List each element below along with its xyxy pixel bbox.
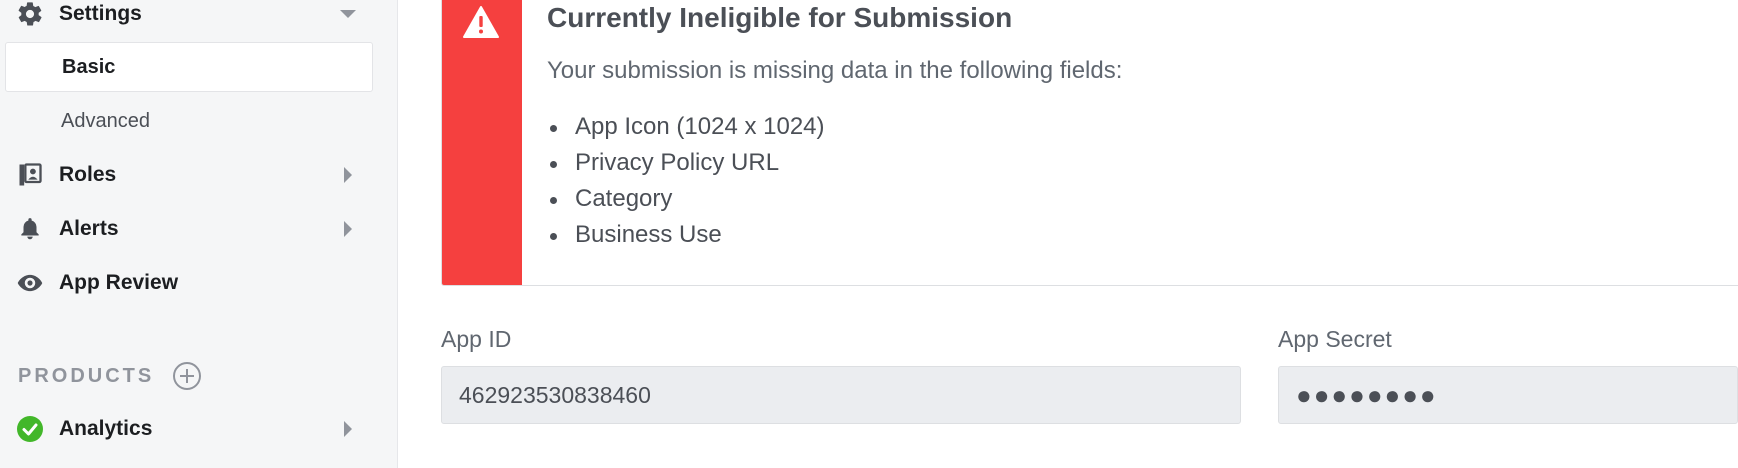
plus-circle-icon — [173, 362, 202, 390]
products-label: PRODUCTS — [18, 364, 155, 387]
sidebar-item-settings[interactable]: Settings — [0, 0, 398, 39]
chevron-right-icon[interactable] — [336, 417, 360, 441]
add-product-button[interactable] — [172, 361, 202, 391]
sidebar-item-alerts[interactable]: Alerts — [0, 204, 398, 254]
list-item: App Icon (1024 x 1024) — [547, 109, 825, 145]
warning-icon — [462, 5, 500, 39]
list-item: Business Use — [547, 217, 825, 253]
app-secret-field[interactable]: ●●●●●●●● — [1278, 366, 1738, 424]
missing-fields-list: App Icon (1024 x 1024) Privacy Policy UR… — [547, 109, 825, 253]
sidebar-item-label: Alerts — [59, 217, 119, 240]
chevron-down-icon[interactable] — [336, 2, 360, 26]
chevron-right-icon[interactable] — [336, 163, 360, 187]
bell-icon — [15, 214, 45, 244]
list-item: Privacy Policy URL — [547, 145, 825, 181]
app-secret-value: ●●●●●●●● — [1296, 379, 1438, 410]
app-id-label: App ID — [441, 326, 512, 352]
sidebar-subitem-basic[interactable]: Basic — [5, 42, 373, 92]
app-id-field[interactable]: 462923530838460 — [441, 366, 1241, 424]
ineligible-alert: Currently Ineligible for Submission Your… — [441, 0, 1738, 286]
sidebar-item-label: Roles — [59, 163, 117, 186]
main-content: Currently Ineligible for Submission Your… — [399, 0, 1738, 468]
alert-description: Your submission is missing data in the f… — [547, 57, 1123, 84]
sidebar: Settings Basic Advanced Roles Alerts App… — [0, 0, 398, 468]
alert-accent-bar — [442, 0, 522, 285]
sidebar-subitem-advanced[interactable]: Advanced — [5, 96, 373, 146]
app-secret-label: App Secret — [1278, 326, 1392, 352]
chevron-right-icon[interactable] — [336, 217, 360, 241]
roles-icon — [15, 160, 45, 190]
gear-icon — [15, 0, 45, 29]
sidebar-item-label: App Review — [59, 271, 179, 294]
sidebar-item-app-review[interactable]: App Review — [0, 258, 398, 308]
sidebar-item-label: Settings — [59, 2, 142, 25]
sidebar-item-analytics[interactable]: Analytics — [0, 404, 398, 454]
list-item: Category — [547, 181, 825, 217]
eye-icon — [15, 268, 45, 298]
sidebar-item-label: Analytics — [59, 417, 153, 440]
sidebar-item-roles[interactable]: Roles — [0, 150, 398, 200]
alert-title: Currently Ineligible for Submission — [547, 2, 1013, 33]
app-id-value: 462923530838460 — [459, 381, 651, 408]
products-header: PRODUCTS — [18, 358, 202, 394]
check-circle-icon — [15, 414, 45, 444]
